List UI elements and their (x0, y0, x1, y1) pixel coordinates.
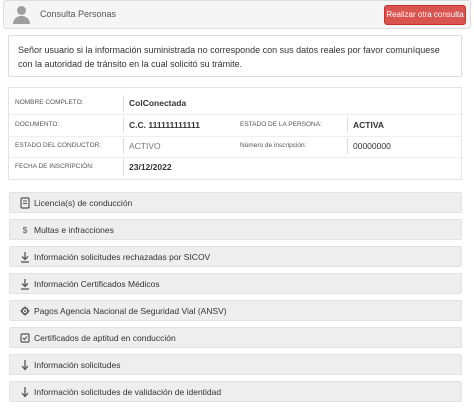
accordion-driving-aptitude-certificates[interactable]: Certificados de aptitud en conducción (9, 327, 462, 348)
full-name-row: NOMBRE COMPLETO: ColConectada (9, 93, 461, 113)
registration-date-row: FECHA DE INSCRIPCIÓN: 23/12/2022 (9, 157, 461, 177)
accordion-label: Información solicitudes rechazadas por S… (34, 252, 211, 262)
registration-number-value: 00000000 (353, 141, 391, 151)
accordion-ansv-payments[interactable]: Pagos Agencia Nacional de Seguridad Vial… (9, 300, 462, 321)
gear-icon (20, 305, 30, 317)
person-status-label: ESTADO DE LA PERSONA: (240, 121, 322, 128)
accordion-label: Pagos Agencia Nacional de Seguridad Vial… (34, 306, 227, 316)
down-arrow-icon (20, 359, 30, 371)
page-header: Consulta Personas Realizar otra consulta (3, 0, 471, 29)
full-name-label: NOMBRE COMPLETO: (15, 99, 84, 106)
full-name-value: ColConectada (129, 98, 187, 108)
new-query-button[interactable]: Realizar otra consulta (384, 5, 466, 25)
accordion-requests-info[interactable]: Información solicitudes (9, 354, 462, 375)
notice-message: Señor usuario si la información suminist… (8, 35, 462, 77)
person-status-value: ACTIVA (353, 120, 385, 130)
certificate-icon (20, 332, 30, 344)
accordion-identity-validation-requests[interactable]: Información solicitudes de validación de… (9, 381, 462, 402)
accordion-label: Multas e infracciones (34, 225, 114, 235)
registration-date-value: 23/12/2022 (129, 162, 172, 172)
dollar-icon: $ (22, 225, 28, 235)
user-avatar-icon (12, 5, 30, 25)
driver-status-row: ESTADO DEL CONDUCTOR: ACTIVO Número de i… (9, 136, 461, 156)
accordion-label: Licencia(s) de conducción (34, 198, 133, 208)
download-icon (20, 278, 30, 290)
driver-status-value: ACTIVO (129, 141, 161, 151)
accordion-label: Información Certificados Médicos (34, 279, 160, 289)
accordion-label: Información solicitudes de validación de… (34, 387, 222, 397)
accordion-fines[interactable]: $ Multas e infracciones (9, 219, 462, 240)
document-value: C.C. 111111111111 (129, 120, 200, 130)
person-info-panel: NOMBRE COMPLETO: ColConectada DOCUMENTO:… (8, 87, 462, 180)
registration-number-label: Número de inscripción: (240, 142, 307, 149)
accordion-medical-certificates[interactable]: Información Certificados Médicos (9, 273, 462, 294)
accordion-label: Certificados de aptitud en conducción (34, 333, 176, 343)
document-label: DOCUMENTO: (15, 121, 60, 128)
accordion-label: Información solicitudes (34, 360, 121, 370)
license-icon (20, 197, 30, 209)
down-arrow-icon (20, 386, 30, 398)
driver-status-label: ESTADO DEL CONDUCTOR: (15, 142, 102, 149)
accordion-licenses[interactable]: Licencia(s) de conducción (9, 192, 462, 213)
registration-date-label: FECHA DE INSCRIPCIÓN: (15, 163, 94, 170)
document-row: DOCUMENTO: C.C. 111111111111 ESTADO DE L… (9, 115, 461, 135)
accordion-sicov-rejected[interactable]: Información solicitudes rechazadas por S… (9, 246, 462, 267)
download-icon (20, 251, 30, 263)
page-title: Consulta Personas (40, 9, 117, 19)
